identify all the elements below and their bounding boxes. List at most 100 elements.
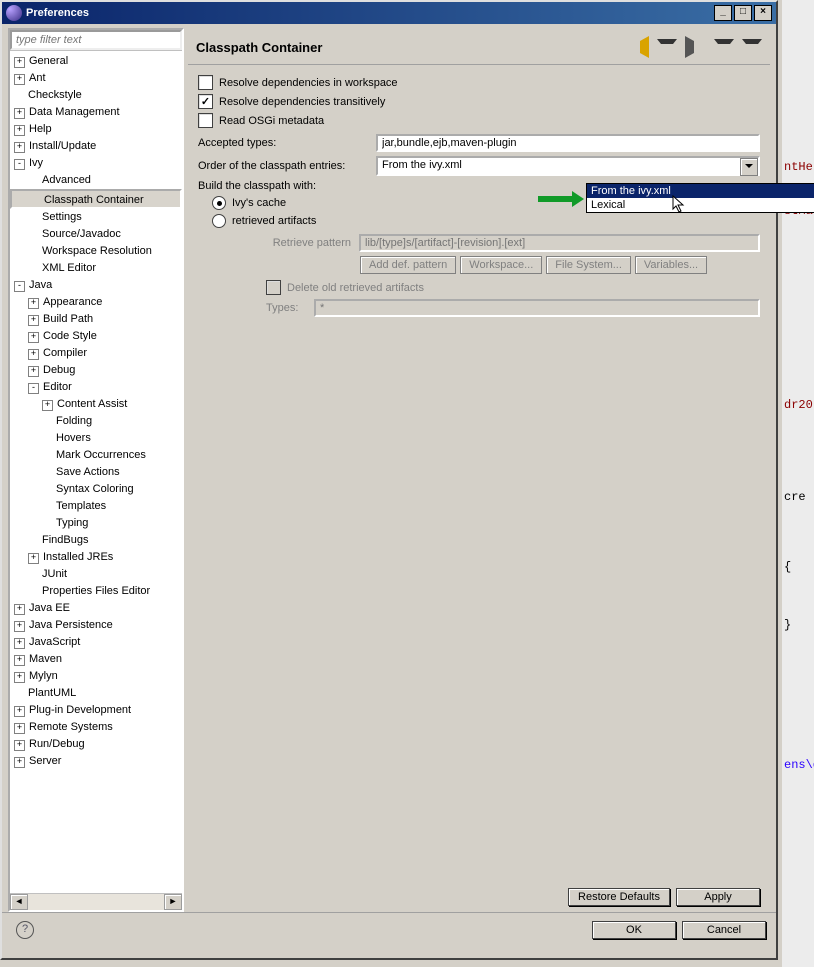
expand-icon[interactable]: + (14, 142, 25, 153)
tree-item[interactable]: +Remote Systems (10, 719, 182, 736)
tree-item[interactable]: PlantUML (10, 685, 182, 702)
tree-item[interactable]: +Maven (10, 651, 182, 668)
tree-item-label: Syntax Coloring (56, 483, 134, 495)
expand-icon[interactable]: + (28, 366, 39, 377)
tree-item[interactable]: +Install/Update (10, 138, 182, 155)
expand-icon[interactable]: + (14, 655, 25, 666)
expand-icon[interactable]: + (14, 706, 25, 717)
tree-item[interactable]: +Code Style (10, 328, 182, 345)
tree-item[interactable]: +General (10, 53, 182, 70)
resolve-workspace-checkbox[interactable] (198, 75, 213, 90)
tree-item[interactable]: Advanced (10, 172, 182, 189)
close-button[interactable]: × (754, 5, 772, 21)
nav-menu-icon[interactable] (742, 39, 762, 56)
tree-item[interactable]: Checkstyle (10, 87, 182, 104)
nav-forward-menu-icon[interactable] (714, 39, 734, 56)
tree-item[interactable]: +Content Assist (10, 396, 182, 413)
tree-item[interactable]: Mark Occurrences (10, 447, 182, 464)
tree-item[interactable]: -Editor (10, 379, 182, 396)
tree-item[interactable]: Settings (10, 209, 182, 226)
expand-icon[interactable]: + (14, 740, 25, 751)
tree-item[interactable]: Source/Javadoc (10, 226, 182, 243)
tree-item[interactable]: +Data Management (10, 104, 182, 121)
order-dropdown-list[interactable]: From the ivy.xml Lexical (586, 183, 814, 213)
tree-item[interactable]: +Installed JREs (10, 549, 182, 566)
tree-item[interactable]: Save Actions (10, 464, 182, 481)
collapse-icon[interactable]: - (14, 281, 25, 292)
tree-item[interactable]: FindBugs (10, 532, 182, 549)
tree-item[interactable]: +Mylyn (10, 668, 182, 685)
tree-item[interactable]: +Java EE (10, 600, 182, 617)
expand-icon[interactable]: + (28, 298, 39, 309)
expand-icon[interactable]: + (14, 638, 25, 649)
expand-icon[interactable]: + (14, 621, 25, 632)
tree-item[interactable]: +Java Persistence (10, 617, 182, 634)
expand-icon[interactable]: + (14, 125, 25, 136)
expand-icon[interactable]: + (14, 672, 25, 683)
tree-item[interactable]: +JavaScript (10, 634, 182, 651)
retrieved-artifacts-radio[interactable] (212, 214, 226, 228)
apply-button[interactable]: Apply (676, 888, 760, 906)
tree-item[interactable]: +Ant (10, 70, 182, 87)
chevron-down-icon[interactable] (740, 158, 758, 176)
ivys-cache-radio[interactable] (212, 196, 226, 210)
expand-icon[interactable]: + (28, 553, 39, 564)
expand-icon[interactable]: + (28, 332, 39, 343)
restore-defaults-button[interactable]: Restore Defaults (568, 888, 670, 906)
collapse-icon[interactable]: - (28, 383, 39, 394)
ok-button[interactable]: OK (592, 921, 676, 939)
nav-back-icon[interactable] (628, 36, 649, 58)
help-icon[interactable]: ? (16, 921, 34, 939)
expand-icon[interactable]: + (42, 400, 53, 411)
expand-icon[interactable]: + (14, 723, 25, 734)
preferences-tree[interactable]: +General+AntCheckstyle+Data Management+H… (10, 51, 182, 893)
ivys-cache-label: Ivy's cache (232, 197, 286, 209)
tree-item[interactable]: Classpath Container (10, 189, 182, 209)
nav-back-menu-icon[interactable] (657, 39, 677, 56)
tree-item[interactable]: Typing (10, 515, 182, 532)
tree-item[interactable]: JUnit (10, 566, 182, 583)
tree-item[interactable]: XML Editor (10, 260, 182, 277)
tree-item[interactable]: +Run/Debug (10, 736, 182, 753)
tree-item[interactable]: -Ivy (10, 155, 182, 172)
accepted-types-input[interactable] (376, 134, 760, 152)
tree-item[interactable]: +Build Path (10, 311, 182, 328)
expand-icon[interactable]: + (14, 108, 25, 119)
expand-icon[interactable]: + (28, 349, 39, 360)
tree-item-label: Typing (56, 517, 88, 529)
tree-item[interactable]: +Debug (10, 362, 182, 379)
filter-input[interactable] (10, 30, 182, 50)
tree-item[interactable]: Folding (10, 413, 182, 430)
tree-item[interactable]: +Plug-in Development (10, 702, 182, 719)
expand-icon[interactable]: + (14, 604, 25, 615)
maximize-button[interactable]: □ (734, 5, 752, 21)
expand-icon[interactable]: + (14, 57, 25, 68)
tree-item[interactable]: +Compiler (10, 345, 182, 362)
scroll-left-icon[interactable]: ◄ (10, 894, 28, 910)
tree-item[interactable]: +Help (10, 121, 182, 138)
read-osgi-checkbox[interactable] (198, 113, 213, 128)
resolve-transitive-checkbox[interactable] (198, 94, 213, 109)
expand-icon[interactable]: + (14, 74, 25, 85)
tree-item[interactable]: +Appearance (10, 294, 182, 311)
tree-item[interactable]: Workspace Resolution (10, 243, 182, 260)
expand-icon[interactable]: + (14, 757, 25, 768)
titlebar[interactable]: Preferences _ □ × (2, 2, 776, 24)
cancel-button[interactable]: Cancel (682, 921, 766, 939)
tree-item[interactable]: -Java (10, 277, 182, 294)
horizontal-scrollbar[interactable]: ◄ ► (10, 893, 182, 910)
tree-item[interactable]: +Server (10, 753, 182, 770)
order-select[interactable]: From the ivy.xml (376, 156, 760, 176)
order-option-lexical[interactable]: Lexical (587, 198, 814, 212)
minimize-button[interactable]: _ (714, 5, 732, 21)
tree-item[interactable]: Templates (10, 498, 182, 515)
order-option-from-ivy[interactable]: From the ivy.xml (587, 184, 814, 198)
collapse-icon[interactable]: - (14, 159, 25, 170)
tree-item-label: Ivy (29, 157, 43, 169)
tree-item[interactable]: Properties Files Editor (10, 583, 182, 600)
tree-item[interactable]: Syntax Coloring (10, 481, 182, 498)
tree-item[interactable]: Hovers (10, 430, 182, 447)
nav-forward-icon[interactable] (685, 36, 706, 58)
scroll-right-icon[interactable]: ► (164, 894, 182, 910)
expand-icon[interactable]: + (28, 315, 39, 326)
